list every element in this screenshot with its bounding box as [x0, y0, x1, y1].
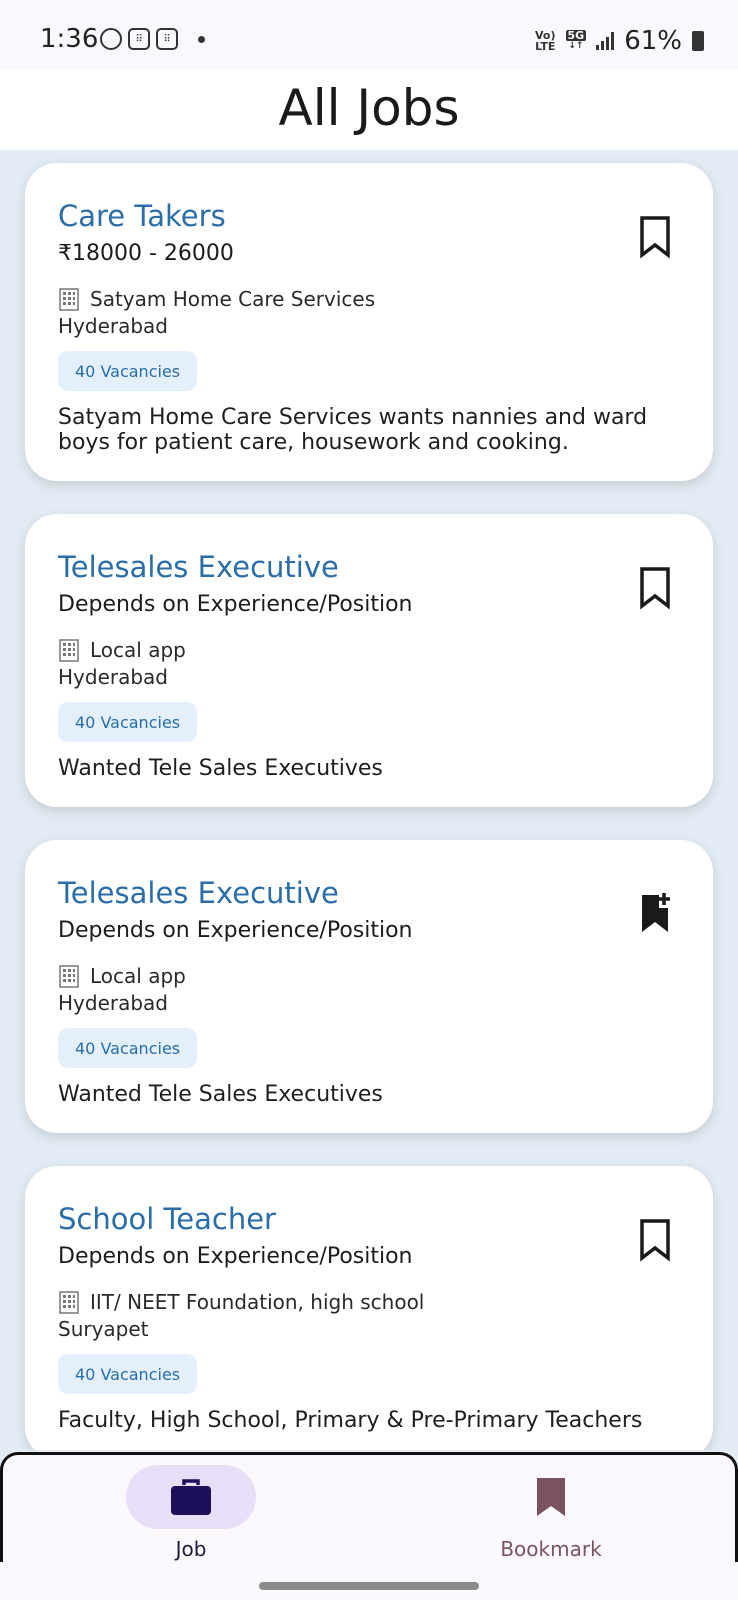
bookmark-icon: [537, 1478, 565, 1516]
nav-label-bookmark: Bookmark: [500, 1537, 602, 1561]
nav-item-job[interactable]: Job: [91, 1455, 291, 1565]
bottom-navigation: Job Bookmark: [0, 1452, 738, 1562]
signal-icon: [596, 32, 615, 50]
company-name: Local app: [90, 638, 186, 662]
job-title: Telesales Executive: [58, 550, 339, 584]
job-title: School Teacher: [58, 1202, 276, 1236]
company-row: Satyam Home Care Services: [58, 287, 375, 311]
building-icon: [59, 288, 79, 311]
home-indicator[interactable]: [259, 1582, 479, 1590]
notification-icons: ⠿ ⠿: [100, 28, 205, 50]
job-card[interactable]: School Teacher Depends on Experience/Pos…: [25, 1166, 713, 1450]
job-title: Telesales Executive: [58, 876, 339, 910]
whatsapp-icon: [100, 28, 122, 50]
job-salary: Depends on Experience/Position: [58, 918, 413, 943]
company-name: IIT/ NEET Foundation, high school: [90, 1290, 425, 1314]
job-card[interactable]: Care Takers ₹18000 - 26000 Satyam Home C…: [25, 163, 713, 481]
bookmark-added-icon[interactable]: [637, 892, 673, 936]
more-notifications-dot-icon: [198, 35, 205, 43]
bookmark-outline-icon[interactable]: [637, 215, 673, 259]
building-icon: [59, 1291, 79, 1314]
status-bar: 1:36 ⠿ ⠿ Vo) LTE 5G ↓↑ 61%: [0, 0, 738, 70]
job-description: Wanted Tele Sales Executives: [58, 1082, 383, 1107]
job-title: Care Takers: [58, 199, 226, 233]
company-name: Local app: [90, 964, 186, 988]
job-list[interactable]: Care Takers ₹18000 - 26000 Satyam Home C…: [0, 150, 738, 1450]
job-salary: Depends on Experience/Position: [58, 1244, 413, 1269]
job-location: Hyderabad: [58, 665, 168, 689]
vacancies-badge: 40 Vacancies: [58, 1354, 198, 1394]
job-card[interactable]: Telesales Executive Depends on Experienc…: [25, 840, 713, 1133]
volte-icon: Vo) LTE: [535, 29, 556, 53]
building-icon: [59, 639, 79, 662]
battery-icon: [692, 31, 704, 51]
job-description: Wanted Tele Sales Executives: [58, 756, 383, 781]
job-location: Hyderabad: [58, 991, 168, 1015]
job-description: Faculty, High School, Primary & Pre-Prim…: [58, 1408, 643, 1433]
job-location: Suryapet: [58, 1317, 149, 1341]
job-location: Hyderabad: [58, 314, 168, 338]
system-status-icons: Vo) LTE 5G ↓↑ 61%: [535, 26, 704, 56]
battery-percent: 61%: [624, 26, 682, 56]
building-icon: [59, 965, 79, 988]
vacancies-badge: 40 Vacancies: [58, 1028, 198, 1068]
briefcase-icon: [171, 1479, 211, 1515]
company-name: Satyam Home Care Services: [90, 287, 376, 311]
job-salary: ₹18000 - 26000: [58, 241, 234, 266]
status-time: 1:36: [40, 24, 99, 54]
job-salary: Depends on Experience/Position: [58, 592, 413, 617]
job-card[interactable]: Telesales Executive Depends on Experienc…: [25, 514, 713, 807]
app-notification-icon: ⠿: [156, 28, 178, 50]
company-row: Local app: [58, 638, 186, 662]
bookmark-outline-icon[interactable]: [637, 1218, 673, 1262]
vacancies-badge: 40 Vacancies: [58, 702, 198, 742]
company-row: IIT/ NEET Foundation, high school: [58, 1290, 424, 1314]
app-header: All Jobs: [0, 70, 738, 150]
system-navigation-area: [0, 1562, 738, 1600]
page-title: All Jobs: [278, 79, 460, 137]
company-row: Local app: [58, 964, 186, 988]
nav-item-bookmark[interactable]: Bookmark: [451, 1455, 651, 1565]
nav-active-indicator: [126, 1465, 256, 1529]
app-notification-icon: ⠿: [128, 28, 150, 50]
5g-icon: 5G ↓↑: [565, 29, 587, 51]
job-description: Satyam Home Care Services wants nannies …: [58, 405, 648, 455]
vacancies-badge: 40 Vacancies: [58, 351, 198, 391]
bookmark-outline-icon[interactable]: [637, 566, 673, 610]
nav-label-job: Job: [175, 1537, 207, 1561]
